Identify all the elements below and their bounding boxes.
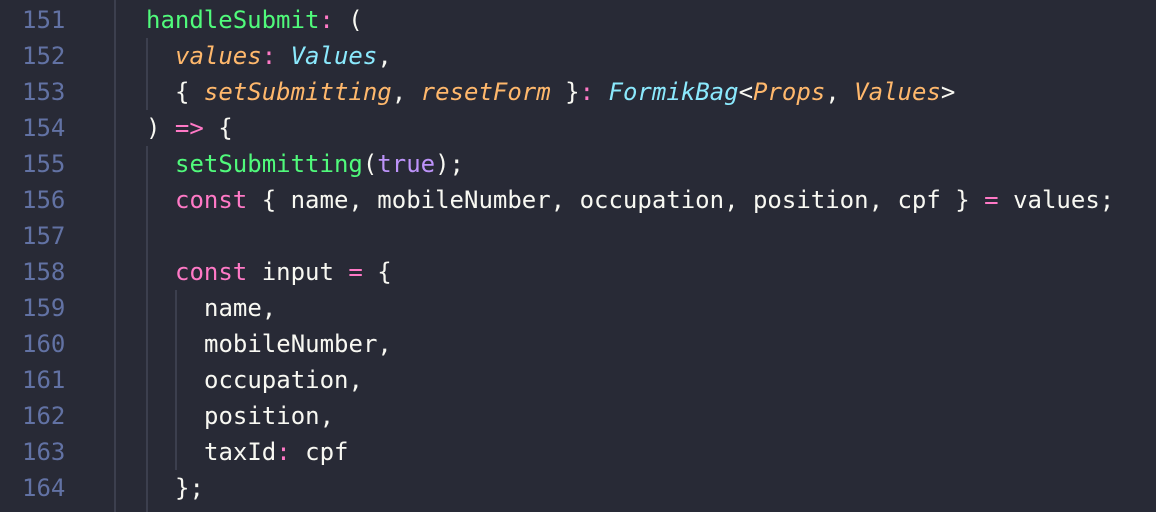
identifier: input (247, 258, 349, 286)
line-number-gutter: 151 152 153 154 155 156 157 158 159 160 … (0, 0, 116, 512)
line-number: 151 (22, 6, 66, 34)
line-number: 160 (22, 330, 66, 358)
punctuation: , (377, 42, 392, 70)
identifier: mobileNumber, (204, 330, 392, 358)
line-number: 152 (22, 42, 66, 70)
code-line-158[interactable]: const input = { (175, 254, 392, 290)
identifier: values; (998, 186, 1115, 214)
type-name: FormikBag (608, 78, 739, 106)
line-number: 156 (22, 186, 66, 214)
line-number: 164 (22, 474, 66, 502)
code-line-162[interactable]: position, (204, 398, 334, 434)
punctuation: ( (333, 6, 363, 34)
code-line-153[interactable]: { setSubmitting, resetForm }: FormikBag<… (175, 74, 955, 110)
code-line-160[interactable]: mobileNumber, (204, 326, 392, 362)
punctuation: > (940, 78, 956, 106)
punctuation: , (825, 78, 855, 106)
line-number: 155 (22, 150, 66, 178)
code-editor[interactable]: 151 152 153 154 155 156 157 158 159 160 … (0, 0, 1156, 512)
punctuation: , (391, 78, 421, 106)
operator: : (261, 42, 277, 70)
type-argument: Props (753, 78, 826, 106)
line-number: 161 (22, 366, 66, 394)
operator: = (348, 258, 363, 286)
identifier: name, (204, 294, 277, 322)
property-key: taxId (204, 438, 277, 466)
punctuation: { (362, 258, 392, 286)
code-line-164[interactable]: }; (175, 470, 204, 506)
identifier: position, (204, 402, 335, 430)
operator: : (579, 78, 595, 106)
punctuation: < (738, 78, 754, 106)
code-line-163[interactable]: taxId: cpf (204, 434, 349, 470)
parameter: setSubmitting (203, 78, 392, 106)
line-number: 153 (22, 78, 66, 106)
line-number: 162 (22, 402, 66, 430)
line-number: 159 (22, 294, 66, 322)
arrow-operator: => (174, 114, 204, 142)
line-number: 154 (22, 114, 66, 142)
indent-guide (175, 290, 177, 470)
parameter: values (175, 42, 262, 70)
punctuation: ); (435, 150, 464, 178)
code-line-154[interactable]: ) => { (146, 110, 233, 146)
punctuation: ) (146, 114, 175, 142)
parameter: resetForm (420, 78, 551, 106)
line-number: 157 (22, 222, 66, 250)
code-line-156[interactable]: const { name, mobileNumber, occupation, … (175, 182, 1114, 218)
type-name: Values (290, 42, 378, 70)
identifier: occupation, (204, 366, 363, 394)
identifier: cpf (290, 438, 349, 466)
function-call: setSubmitting (175, 150, 363, 178)
line-number: 163 (22, 438, 66, 466)
type-argument: Values (854, 78, 941, 106)
punctuation: { (203, 114, 233, 142)
code-line-151[interactable]: handleSubmit: ( (146, 2, 363, 38)
code-line-159[interactable]: name, (204, 290, 276, 326)
code-line-161[interactable]: occupation, (204, 362, 363, 398)
code-line-152[interactable]: values: Values, (175, 38, 392, 74)
keyword: const (175, 258, 248, 286)
code-line-155[interactable]: setSubmitting(true); (175, 146, 464, 182)
punctuation: { (175, 78, 204, 106)
operator: : (276, 438, 291, 466)
operator: = (984, 186, 999, 214)
boolean-literal: true (377, 150, 436, 178)
punctuation: ( (362, 150, 378, 178)
punctuation: }; (175, 474, 204, 502)
indent-guide (146, 38, 148, 110)
line-number: 158 (22, 258, 66, 286)
function-name: handleSubmit (146, 6, 320, 34)
indent-guide (146, 146, 148, 512)
punctuation: } (550, 78, 580, 106)
destructure-pattern: { name, mobileNumber, occupation, positi… (247, 186, 985, 214)
operator: : (319, 6, 334, 34)
keyword: const (175, 186, 248, 214)
